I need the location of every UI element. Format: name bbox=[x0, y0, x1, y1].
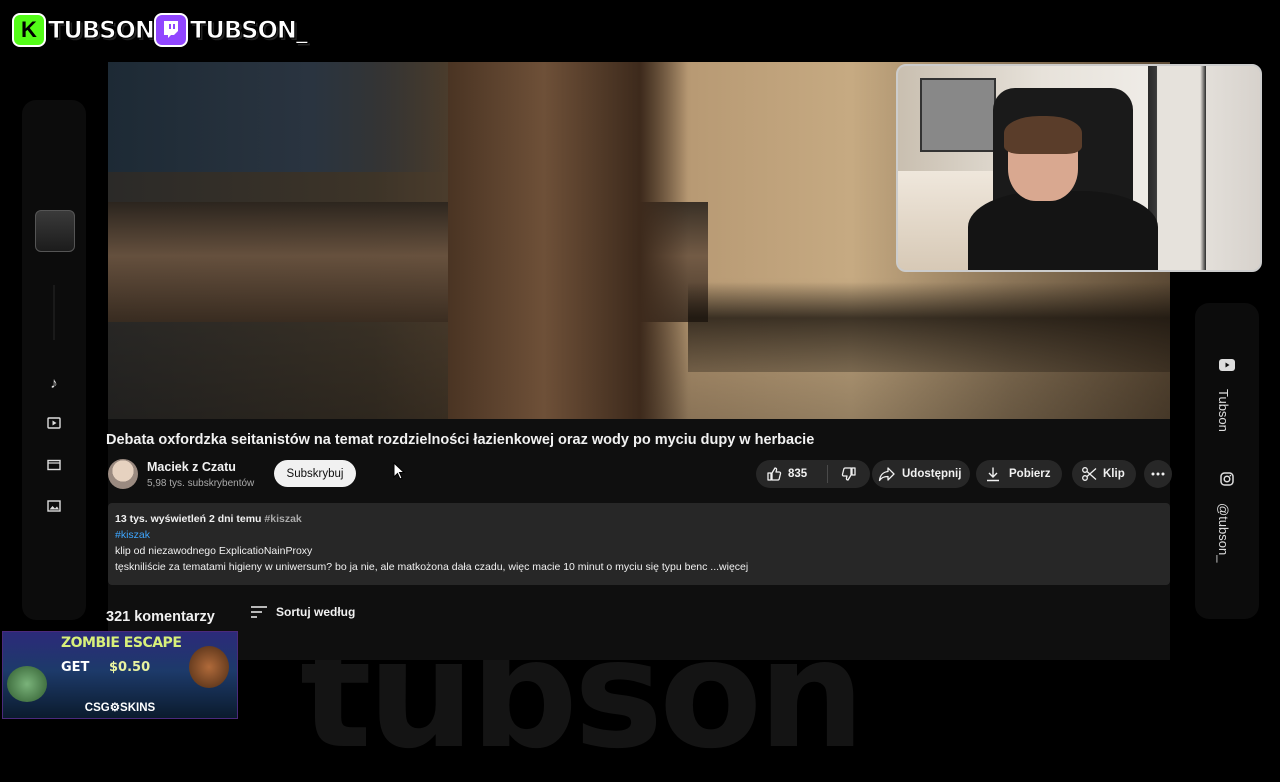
sort-label: Sortuj według bbox=[276, 605, 356, 619]
kick-badge: K TUBSON bbox=[14, 11, 156, 49]
meta-tag[interactable]: #kiszak bbox=[264, 513, 301, 525]
channel-name[interactable]: Maciek z Czatu bbox=[147, 460, 236, 474]
video-frame-trunk bbox=[448, 62, 688, 419]
thumbs-up-icon bbox=[767, 467, 782, 481]
ad-zombie-left bbox=[7, 666, 47, 702]
views-and-date: 13 tys. wyświetleń 2 dni temu bbox=[115, 513, 262, 525]
description-line-2: tęskniliście za tematami higieny w uniwe… bbox=[115, 561, 749, 573]
like-dislike-group: 835 bbox=[756, 460, 870, 488]
ad-get-label: GET bbox=[61, 660, 90, 675]
webcam-person-hair bbox=[1004, 116, 1082, 154]
webcam-monitor bbox=[920, 78, 996, 152]
thumbs-down-icon bbox=[841, 467, 856, 481]
subscribe-button[interactable]: Subskrybuj bbox=[274, 460, 356, 487]
instagram-icon[interactable] bbox=[1217, 469, 1237, 489]
sort-button[interactable]: Sortuj według bbox=[250, 605, 355, 619]
description-box[interactable]: 13 tys. wyświetleń 2 dni temu #kiszak #k… bbox=[108, 503, 1170, 585]
sidebar-thumbnail[interactable] bbox=[35, 210, 75, 252]
kick-username: TUBSON bbox=[48, 16, 156, 45]
scissors-icon bbox=[1082, 467, 1097, 481]
ad-brand: CSG⚙SKINS bbox=[84, 702, 156, 714]
sidebar-divider bbox=[53, 285, 55, 340]
description-hashtag[interactable]: #kiszak bbox=[115, 529, 150, 541]
mouse-cursor-icon bbox=[393, 461, 406, 485]
kick-icon: K bbox=[14, 15, 44, 45]
twitch-username: TUBSON_ bbox=[190, 16, 309, 45]
download-icon bbox=[987, 467, 999, 482]
ad-zombie-right bbox=[189, 646, 229, 688]
like-button[interactable]: 835 bbox=[756, 466, 827, 482]
description-meta: 13 tys. wyświetleń 2 dni temu #kiszak bbox=[115, 513, 302, 525]
image-icon[interactable] bbox=[44, 496, 64, 516]
film-icon[interactable] bbox=[44, 455, 64, 475]
video-play-icon[interactable] bbox=[44, 413, 64, 433]
csgoskins-ad-banner[interactable]: ZOMBIE ESCAPE GET $0.50 CSG⚙SKINS bbox=[2, 631, 238, 719]
channel-row: Maciek z Czatu 5,98 tys. subskrybentów S… bbox=[108, 458, 1172, 494]
sort-icon bbox=[251, 606, 267, 618]
video-frame-shadow bbox=[688, 282, 1170, 372]
like-count: 835 bbox=[788, 468, 808, 480]
description-line-1: klip od niezawodnego ExplicatioNainProxy bbox=[115, 545, 313, 557]
share-label: Udostępnij bbox=[902, 468, 962, 480]
ad-amount: $0.50 bbox=[109, 660, 151, 675]
right-sidebar: Tubson @tubson_ bbox=[1195, 303, 1259, 619]
share-icon bbox=[878, 467, 895, 482]
share-button[interactable]: Udostępnij bbox=[872, 460, 970, 488]
download-button[interactable]: Pobierz bbox=[976, 460, 1062, 488]
video-frame-dark bbox=[108, 62, 448, 172]
more-actions-button[interactable] bbox=[1144, 460, 1172, 488]
youtube-handle: Tubson bbox=[1216, 389, 1231, 432]
streamer-webcam bbox=[896, 64, 1262, 272]
ad-headline: ZOMBIE ESCAPE bbox=[61, 635, 182, 651]
comments-count: 321 komentarzy bbox=[106, 609, 215, 625]
twitch-badge: TUBSON_ bbox=[156, 11, 309, 49]
instagram-handle: @tubson_ bbox=[1216, 503, 1231, 563]
download-label: Pobierz bbox=[1009, 468, 1051, 480]
music-note-icon[interactable]: ♪ bbox=[44, 373, 64, 393]
more-horizontal-icon bbox=[1151, 472, 1165, 476]
youtube-icon[interactable] bbox=[1217, 355, 1237, 375]
video-title: Debata oxfordzka seitanistów na temat ro… bbox=[106, 432, 815, 448]
subscriber-count: 5,98 tys. subskrybentów bbox=[147, 478, 255, 489]
dislike-button[interactable] bbox=[828, 466, 870, 482]
twitch-icon bbox=[156, 15, 186, 45]
clip-button[interactable]: Klip bbox=[1072, 460, 1136, 488]
left-sidebar: ♪ bbox=[22, 100, 86, 620]
clip-label: Klip bbox=[1103, 468, 1125, 480]
webcam-person-body bbox=[968, 191, 1158, 270]
channel-avatar[interactable] bbox=[108, 459, 138, 489]
